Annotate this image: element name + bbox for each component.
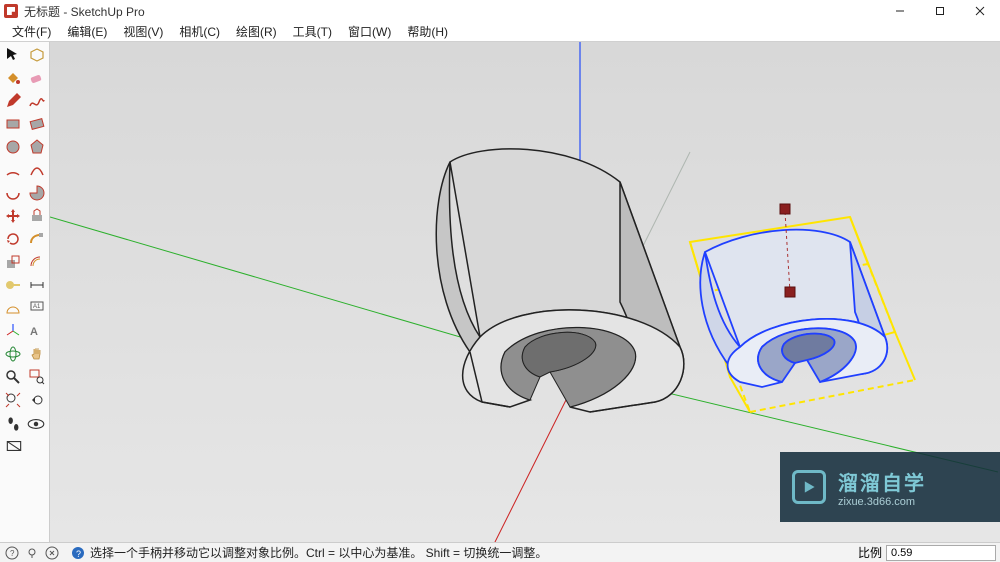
select-tool-icon[interactable] bbox=[1, 44, 24, 66]
rotated-rect-icon[interactable] bbox=[25, 113, 48, 135]
watermark-title: 溜溜自学 bbox=[838, 467, 926, 496]
freehand-icon[interactable] bbox=[25, 90, 48, 112]
viewport[interactable]: 溜溜自学 zixue.3d66.com bbox=[50, 42, 1000, 542]
make-component-icon[interactable] bbox=[25, 44, 48, 66]
section-icon[interactable] bbox=[4, 436, 24, 456]
workspace: A1 A bbox=[0, 42, 1000, 542]
menu-edit[interactable]: 编辑(E) bbox=[61, 21, 113, 42]
offset-icon[interactable] bbox=[25, 251, 48, 273]
zoom-extents-icon[interactable] bbox=[1, 389, 24, 411]
menu-draw[interactable]: 绘图(R) bbox=[230, 21, 283, 42]
lookaround-icon[interactable] bbox=[26, 414, 46, 434]
maximize-button[interactable] bbox=[920, 0, 960, 22]
menu-tools[interactable]: 工具(T) bbox=[287, 21, 338, 42]
svg-text:A1: A1 bbox=[33, 304, 41, 310]
window-title: 无标题 - SketchUp Pro bbox=[24, 3, 145, 20]
model-large-tube bbox=[436, 149, 684, 412]
watermark-url: zixue.3d66.com bbox=[838, 496, 926, 508]
info-icon[interactable]: ? bbox=[70, 545, 86, 561]
window-controls bbox=[880, 0, 1000, 22]
arc-icon[interactable] bbox=[1, 159, 24, 181]
menu-help[interactable]: 帮助(H) bbox=[401, 21, 454, 42]
status-hint: 选择一个手柄并移动它以调整对象比例。Ctrl = 以中心为基准。 Shift =… bbox=[90, 544, 858, 561]
app-icon bbox=[4, 4, 18, 18]
close-button[interactable] bbox=[960, 0, 1000, 22]
three-point-arc-icon[interactable] bbox=[1, 182, 24, 204]
3dtext-icon[interactable]: A bbox=[25, 320, 48, 342]
eraser-icon[interactable] bbox=[25, 67, 48, 89]
svg-text:A: A bbox=[30, 326, 38, 338]
measurement-label: 比例 bbox=[858, 544, 882, 561]
zoom-icon[interactable] bbox=[1, 366, 24, 388]
tapemeasure-icon[interactable] bbox=[1, 274, 24, 296]
scale-icon[interactable] bbox=[1, 251, 24, 273]
play-icon bbox=[792, 470, 826, 504]
menu-file[interactable]: 文件(F) bbox=[6, 21, 57, 42]
credits-icon[interactable] bbox=[44, 545, 60, 561]
circle-icon[interactable] bbox=[1, 136, 24, 158]
polygon-icon[interactable] bbox=[25, 136, 48, 158]
zoom-window-icon[interactable] bbox=[25, 366, 48, 388]
pushpull-icon[interactable] bbox=[25, 205, 48, 227]
menu-bar: 文件(F) 编辑(E) 视图(V) 相机(C) 绘图(R) 工具(T) 窗口(W… bbox=[0, 22, 1000, 42]
tool-palette: A1 A bbox=[0, 42, 50, 542]
previous-view-icon[interactable] bbox=[25, 389, 48, 411]
rotate-icon[interactable] bbox=[1, 228, 24, 250]
protractor-icon[interactable] bbox=[1, 297, 24, 319]
paint-bucket-icon[interactable] bbox=[1, 67, 24, 89]
text-icon[interactable]: A1 bbox=[25, 297, 48, 319]
menu-camera[interactable]: 相机(C) bbox=[173, 21, 226, 42]
axes-icon[interactable] bbox=[1, 320, 24, 342]
move-icon[interactable] bbox=[1, 205, 24, 227]
menu-view[interactable]: 视图(V) bbox=[117, 21, 169, 42]
status-bar: ? ? 选择一个手柄并移动它以调整对象比例。Ctrl = 以中心为基准。 Shi… bbox=[0, 542, 1000, 562]
pencil-icon[interactable] bbox=[1, 90, 24, 112]
rectangle-icon[interactable] bbox=[1, 113, 24, 135]
watermark: 溜溜自学 zixue.3d66.com bbox=[780, 452, 1000, 522]
geolocation-icon[interactable] bbox=[24, 545, 40, 561]
two-point-arc-icon[interactable] bbox=[25, 159, 48, 181]
walk-icon[interactable] bbox=[4, 414, 24, 434]
orbit-icon[interactable] bbox=[1, 343, 24, 365]
followme-icon[interactable] bbox=[25, 228, 48, 250]
help-icon[interactable]: ? bbox=[4, 545, 20, 561]
model-small-tube-selected bbox=[690, 204, 915, 412]
minimize-button[interactable] bbox=[880, 0, 920, 22]
dimension-icon[interactable] bbox=[25, 274, 48, 296]
pie-icon[interactable] bbox=[25, 182, 48, 204]
svg-text:?: ? bbox=[76, 549, 81, 559]
pan-icon[interactable] bbox=[25, 343, 48, 365]
title-bar: 无标题 - SketchUp Pro bbox=[0, 0, 1000, 22]
svg-text:?: ? bbox=[10, 549, 15, 558]
menu-window[interactable]: 窗口(W) bbox=[342, 21, 397, 42]
measurement-input[interactable]: 0.59 bbox=[886, 545, 996, 561]
